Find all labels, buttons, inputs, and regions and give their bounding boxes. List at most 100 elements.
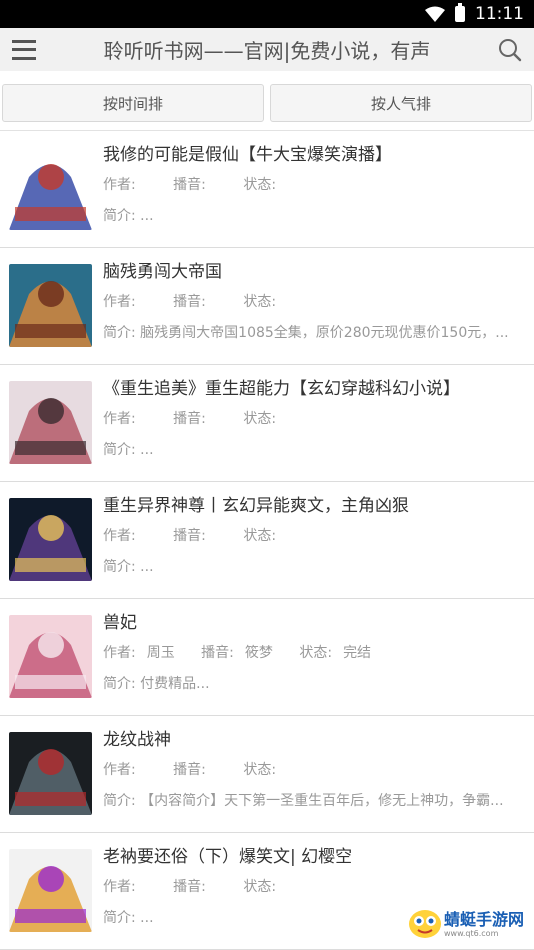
narrator-label: 播音: bbox=[173, 528, 206, 544]
book-intro: 简介: 付费精品... bbox=[103, 674, 520, 694]
book-info: 兽妃 作者:周玉 播音: 筱梦 状态: 完结 简介: 付费精品... bbox=[103, 611, 520, 694]
book-cover-image[interactable] bbox=[9, 264, 92, 347]
book-title[interactable]: 龙纹战神 bbox=[103, 728, 520, 752]
page-title: 聆听听书网——官网|免费小说，有声 bbox=[50, 35, 484, 64]
book-intro: 简介: 【内容简介】天下第一圣重生百年后，修无上神功，争霸... bbox=[103, 791, 520, 811]
author-field: 作者: bbox=[103, 294, 158, 310]
author-field: 作者: bbox=[103, 411, 158, 427]
book-meta: 作者: 播音: 状态: bbox=[103, 760, 520, 780]
site-watermark: 蜻蜓手游网 www.qt6.com bbox=[402, 905, 528, 943]
book-title[interactable]: 重生异界神尊丨玄幻异能爽文，主角凶狠 bbox=[103, 494, 520, 518]
status-label: 状态: bbox=[243, 177, 276, 193]
author-label: 作者: bbox=[103, 645, 136, 661]
author-label: 作者: bbox=[103, 411, 136, 427]
book-cover-image[interactable] bbox=[9, 147, 92, 230]
book-title[interactable]: 老衲要还俗（下）爆笑文| 幻樱空 bbox=[103, 845, 520, 869]
status-label: 状态: bbox=[243, 294, 276, 310]
author-field: 作者: bbox=[103, 879, 158, 895]
hamburger-menu-icon[interactable] bbox=[12, 40, 36, 60]
clock: 11:11 bbox=[475, 4, 524, 24]
intro-value: ... bbox=[140, 208, 153, 224]
watermark-name: 蜻蜓手游网 bbox=[444, 911, 524, 929]
app-header: 聆听听书网——官网|免费小说，有声 bbox=[0, 28, 534, 71]
watermark-url: www.qt6.com bbox=[444, 929, 524, 938]
intro-label: 简介: bbox=[103, 325, 136, 341]
status-value: 完结 bbox=[343, 645, 371, 661]
book-cover-image[interactable] bbox=[9, 849, 92, 932]
search-icon[interactable] bbox=[498, 38, 522, 62]
book-title[interactable]: 兽妃 bbox=[103, 611, 520, 635]
author-field: 作者: bbox=[103, 528, 158, 544]
intro-value: ... bbox=[140, 559, 153, 575]
status-field: 状态: bbox=[243, 762, 298, 778]
status-bar: 11:11 bbox=[0, 0, 534, 28]
narrator-label: 播音: bbox=[173, 294, 206, 310]
intro-value: 【内容简介】天下第一圣重生百年后，修无上神功，争霸... bbox=[140, 793, 503, 809]
narrator-label: 播音: bbox=[201, 645, 234, 661]
narrator-field: 播音: bbox=[173, 294, 228, 310]
narrator-field: 播音: bbox=[173, 528, 228, 544]
book-cover-image[interactable] bbox=[9, 732, 92, 815]
book-info: 脑残勇闯大帝国 作者: 播音: 状态: 简介: 脑残勇闯大帝国1085全集，原价… bbox=[103, 260, 520, 343]
list-item[interactable]: 重生异界神尊丨玄幻异能爽文，主角凶狠 作者: 播音: 状态: 简介: ... bbox=[0, 482, 534, 599]
intro-value: ... bbox=[140, 910, 153, 926]
list-item[interactable]: 兽妃 作者:周玉 播音: 筱梦 状态: 完结 简介: 付费精品... bbox=[0, 599, 534, 716]
author-label: 作者: bbox=[103, 528, 136, 544]
status-label: 状态: bbox=[243, 762, 276, 778]
author-field: 作者:周玉 bbox=[103, 645, 186, 661]
book-info: 我修的可能是假仙【牛大宝爆笑演播】 作者: 播音: 状态: 简介: ... bbox=[103, 143, 520, 226]
book-title[interactable]: 我修的可能是假仙【牛大宝爆笑演播】 bbox=[103, 143, 520, 167]
status-label: 状态: bbox=[243, 879, 276, 895]
narrator-field: 播音: bbox=[173, 177, 228, 193]
narrator-value: 筱梦 bbox=[245, 645, 273, 661]
battery-icon bbox=[455, 6, 465, 22]
book-info: 《重生追美》重生超能力【玄幻穿越科幻小说】 作者: 播音: 状态: 简介: ..… bbox=[103, 377, 520, 460]
status-field: 状态: bbox=[243, 411, 298, 427]
intro-label: 简介: bbox=[103, 559, 136, 575]
book-meta: 作者:周玉 播音: 筱梦 状态: 完结 bbox=[103, 643, 520, 663]
dragonfly-logo-icon bbox=[406, 907, 444, 941]
tab-sort-by-time[interactable]: 按时间排 bbox=[2, 84, 264, 122]
intro-label: 简介: bbox=[103, 442, 136, 458]
narrator-field: 播音: 筱梦 bbox=[201, 645, 284, 661]
intro-label: 简介: bbox=[103, 910, 136, 926]
book-title[interactable]: 脑残勇闯大帝国 bbox=[103, 260, 520, 284]
tab-sort-by-popularity[interactable]: 按人气排 bbox=[270, 84, 532, 122]
list-item[interactable]: 脑残勇闯大帝国 作者: 播音: 状态: 简介: 脑残勇闯大帝国1085全集，原价… bbox=[0, 248, 534, 365]
book-cover-image[interactable] bbox=[9, 381, 92, 464]
author-label: 作者: bbox=[103, 177, 136, 193]
status-field: 状态: bbox=[243, 177, 298, 193]
status-field: 状态: bbox=[243, 528, 298, 544]
status-label: 状态: bbox=[299, 645, 332, 661]
book-list: 我修的可能是假仙【牛大宝爆笑演播】 作者: 播音: 状态: 简介: ... 脑残… bbox=[0, 130, 534, 950]
book-cover-image[interactable] bbox=[9, 498, 92, 581]
narrator-field: 播音: bbox=[173, 411, 228, 427]
status-field: 状态: bbox=[243, 294, 298, 310]
list-item[interactable]: 《重生追美》重生超能力【玄幻穿越科幻小说】 作者: 播音: 状态: 简介: ..… bbox=[0, 365, 534, 482]
book-meta: 作者: 播音: 状态: bbox=[103, 877, 520, 897]
book-intro: 简介: ... bbox=[103, 206, 520, 226]
book-intro: 简介: ... bbox=[103, 440, 520, 460]
list-item[interactable]: 龙纹战神 作者: 播音: 状态: 简介: 【内容简介】天下第一圣重生百年后，修无… bbox=[0, 716, 534, 833]
author-label: 作者: bbox=[103, 762, 136, 778]
intro-label: 简介: bbox=[103, 793, 136, 809]
book-intro: 简介: 脑残勇闯大帝国1085全集，原价280元现优惠价150元，... bbox=[103, 323, 520, 343]
status-label: 状态: bbox=[243, 411, 276, 427]
intro-label: 简介: bbox=[103, 208, 136, 224]
list-item[interactable]: 我修的可能是假仙【牛大宝爆笑演播】 作者: 播音: 状态: 简介: ... bbox=[0, 131, 534, 248]
narrator-field: 播音: bbox=[173, 879, 228, 895]
author-field: 作者: bbox=[103, 762, 158, 778]
book-info: 龙纹战神 作者: 播音: 状态: 简介: 【内容简介】天下第一圣重生百年后，修无… bbox=[103, 728, 520, 811]
book-meta: 作者: 播音: 状态: bbox=[103, 175, 520, 195]
author-field: 作者: bbox=[103, 177, 158, 193]
book-title[interactable]: 《重生追美》重生超能力【玄幻穿越科幻小说】 bbox=[103, 377, 520, 401]
intro-value: 付费精品... bbox=[140, 676, 209, 692]
wifi-icon bbox=[425, 6, 445, 22]
intro-value: 脑残勇闯大帝国1085全集，原价280元现优惠价150元，... bbox=[140, 325, 508, 341]
book-cover-image[interactable] bbox=[9, 615, 92, 698]
book-info: 重生异界神尊丨玄幻异能爽文，主角凶狠 作者: 播音: 状态: 简介: ... bbox=[103, 494, 520, 577]
book-meta: 作者: 播音: 状态: bbox=[103, 526, 520, 546]
narrator-label: 播音: bbox=[173, 177, 206, 193]
author-label: 作者: bbox=[103, 294, 136, 310]
narrator-label: 播音: bbox=[173, 762, 206, 778]
